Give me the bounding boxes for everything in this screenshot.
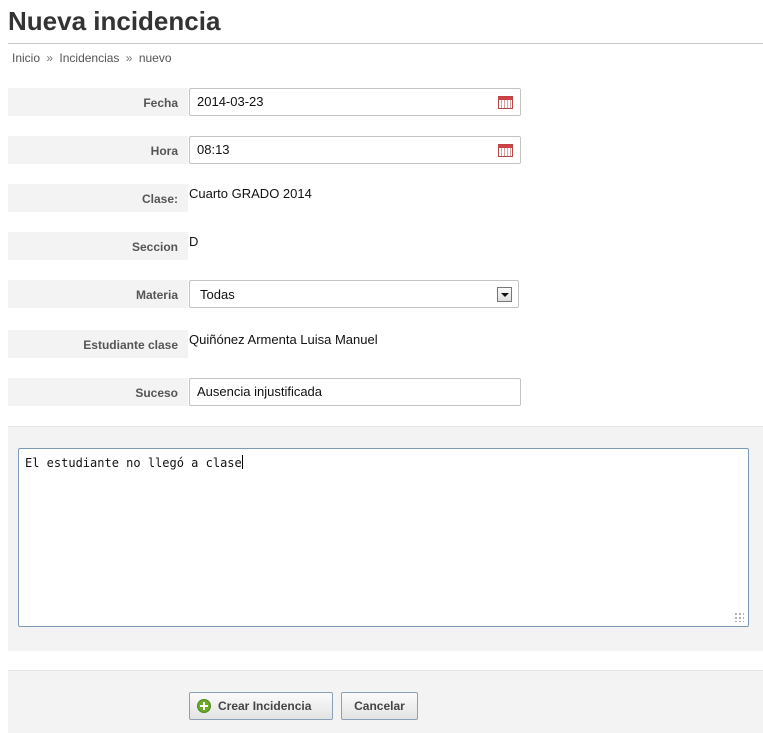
clase-value: Cuarto GRADO 2014 — [189, 186, 312, 201]
form-row-hora: Hora 08:13 — [8, 136, 763, 164]
suceso-label-cell: Suceso — [8, 378, 188, 406]
seccion-value: D — [189, 234, 199, 249]
estudiante-value: Quiñónez Armenta Luisa Manuel — [189, 332, 378, 347]
seccion-label-cell: Seccion — [8, 232, 188, 260]
estudiante-label-cell: Estudiante clase — [8, 330, 188, 358]
form-row-fecha: Fecha 2014-03-23 — [8, 88, 763, 116]
hora-input[interactable]: 08:13 — [189, 136, 521, 164]
clase-label-cell: Clase: — [8, 184, 188, 212]
fecha-label: Fecha — [143, 96, 178, 110]
description-text: El estudiante no llegó a clase — [25, 456, 242, 470]
hora-label: Hora — [150, 144, 178, 158]
breadcrumb-link-inicio[interactable]: Inicio — [12, 51, 40, 65]
fecha-label-cell: Fecha — [8, 88, 188, 116]
form-row-seccion: Seccion D — [8, 232, 763, 260]
calendar-icon[interactable] — [498, 144, 513, 157]
hora-value: 08:13 — [197, 142, 230, 157]
page-title: Nueva incidencia — [8, 6, 221, 36]
text-caret — [241, 455, 243, 469]
form-actions: Crear Incidencia Cancelar — [8, 670, 763, 733]
breadcrumb-separator: » — [46, 51, 54, 65]
breadcrumb: Inicio » Incidencias » nuevo — [12, 51, 172, 65]
hora-label-cell: Hora — [8, 136, 188, 164]
title-divider — [8, 43, 763, 44]
clase-label: Clase: — [141, 192, 178, 206]
form-row-materia: Materia Todas — [8, 280, 763, 308]
plus-circle-icon — [197, 699, 211, 713]
materia-label-cell: Materia — [8, 280, 188, 308]
fecha-input[interactable]: 2014-03-23 — [189, 88, 521, 116]
calendar-icon[interactable] — [498, 96, 513, 109]
chevron-down-icon[interactable] — [497, 287, 512, 302]
breadcrumb-current: nuevo — [138, 51, 172, 65]
fecha-value: 2014-03-23 — [197, 94, 264, 109]
create-button-label: Crear Incidencia — [218, 699, 312, 713]
cancel-button[interactable]: Cancelar — [341, 692, 418, 720]
form-row-clase: Clase: Cuarto GRADO 2014 — [8, 184, 763, 212]
materia-label: Materia — [135, 288, 178, 302]
form-row-suceso: Suceso Ausencia injustificada — [8, 378, 763, 406]
suceso-value: Ausencia injustificada — [197, 384, 323, 399]
create-incidencia-button[interactable]: Crear Incidencia — [189, 692, 333, 720]
suceso-input[interactable]: Ausencia injustificada — [189, 378, 521, 406]
materia-select[interactable]: Todas — [189, 280, 519, 308]
description-textarea[interactable]: El estudiante no llegó a clase — [18, 448, 749, 627]
breadcrumb-link-incidencias[interactable]: Incidencias — [59, 51, 119, 65]
seccion-label: Seccion — [131, 240, 178, 254]
resize-grip-icon[interactable] — [734, 612, 744, 622]
suceso-label: Suceso — [135, 386, 178, 400]
estudiante-label: Estudiante clase — [83, 338, 178, 352]
description-panel: El estudiante no llegó a clase — [8, 426, 763, 651]
breadcrumb-separator: » — [125, 51, 133, 65]
materia-selected: Todas — [200, 287, 235, 302]
form-row-estudiante: Estudiante clase Quiñónez Armenta Luisa … — [8, 330, 763, 358]
